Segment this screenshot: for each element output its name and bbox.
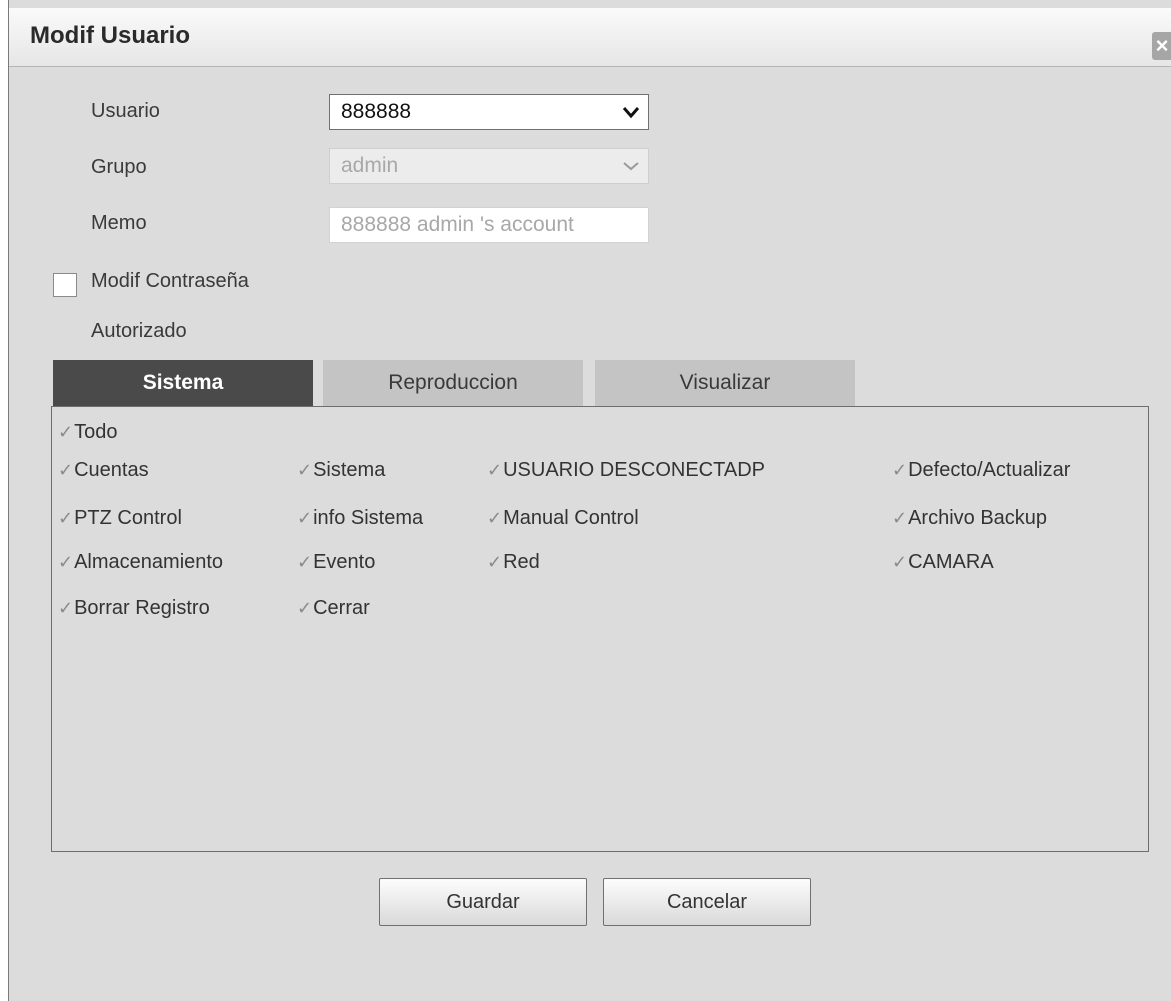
group-select: admin	[329, 148, 649, 184]
user-select-value: 888888	[341, 100, 412, 123]
permission-checkbox[interactable]: ✓Defecto/Actualizar	[892, 459, 1070, 482]
permissions-panel: ✓Todo ✓Cuentas ✓Sistema ✓USUARIO DESCONE…	[51, 406, 1149, 852]
check-icon: ✓	[892, 508, 908, 528]
group-label: Grupo	[91, 156, 147, 178]
authorized-label: Autorizado	[91, 320, 187, 342]
permission-checkbox[interactable]: ✓Cerrar	[297, 597, 370, 620]
tab-visualizar[interactable]: Visualizar	[595, 360, 855, 406]
memo-value: 888888 admin 's account	[341, 213, 574, 236]
permission-checkbox[interactable]: ✓Borrar Registro	[58, 597, 210, 620]
check-icon: ✓	[297, 508, 313, 528]
user-select[interactable]: 888888	[329, 94, 649, 130]
permission-checkbox[interactable]: ✓Manual Control	[487, 507, 639, 530]
check-icon: ✓	[58, 598, 74, 618]
check-icon: ✓	[892, 460, 908, 480]
permission-checkbox[interactable]: ✓CAMARA	[892, 551, 994, 574]
check-icon: ✓	[892, 552, 908, 572]
group-select-value: admin	[341, 154, 399, 177]
save-button[interactable]: Guardar	[379, 878, 587, 926]
check-icon: ✓	[297, 598, 313, 618]
check-icon: ✓	[58, 508, 74, 528]
permission-checkbox[interactable]: ✓Sistema	[297, 459, 385, 482]
memo-field: 888888 admin 's account	[329, 207, 649, 243]
cancel-button[interactable]: Cancelar	[603, 878, 811, 926]
check-icon: ✓	[297, 552, 313, 572]
check-icon: ✓	[487, 552, 503, 572]
dialog-title: Modif Usuario	[30, 22, 190, 49]
permission-checkbox[interactable]: ✓PTZ Control	[58, 507, 182, 530]
dialog-titlebar: Modif Usuario ×	[9, 8, 1171, 67]
check-icon: ✓	[487, 508, 503, 528]
tab-sistema[interactable]: Sistema	[53, 360, 313, 406]
chevron-down-icon	[622, 107, 640, 119]
change-password-checkbox[interactable]	[53, 273, 77, 297]
chevron-down-icon	[623, 162, 639, 171]
permission-all-checkbox[interactable]: ✓Todo	[58, 421, 117, 444]
check-icon: ✓	[58, 460, 74, 480]
user-label: Usuario	[91, 100, 160, 122]
check-icon: ✓	[58, 422, 74, 442]
permission-checkbox[interactable]: ✓USUARIO DESCONECTADP	[487, 459, 765, 482]
check-icon: ✓	[58, 552, 74, 572]
check-icon: ✓	[487, 460, 503, 480]
permission-checkbox[interactable]: ✓Archivo Backup	[892, 507, 1047, 530]
permission-checkbox[interactable]: ✓Almacenamiento	[58, 551, 223, 574]
check-icon: ✓	[297, 460, 313, 480]
permission-checkbox[interactable]: ✓Evento	[297, 551, 375, 574]
tab-reproduccion[interactable]: Reproduccion	[323, 360, 583, 406]
permission-checkbox[interactable]: ✓Red	[487, 551, 540, 574]
memo-label: Memo	[91, 212, 147, 234]
change-password-label: Modif Contraseña	[91, 270, 249, 292]
permission-checkbox[interactable]: ✓info Sistema	[297, 507, 423, 530]
close-icon[interactable]: ×	[1152, 32, 1171, 60]
modify-user-dialog: Modif Usuario × Usuario 888888 Grupo adm…	[8, 0, 1171, 1001]
permission-checkbox[interactable]: ✓Cuentas	[58, 459, 149, 482]
